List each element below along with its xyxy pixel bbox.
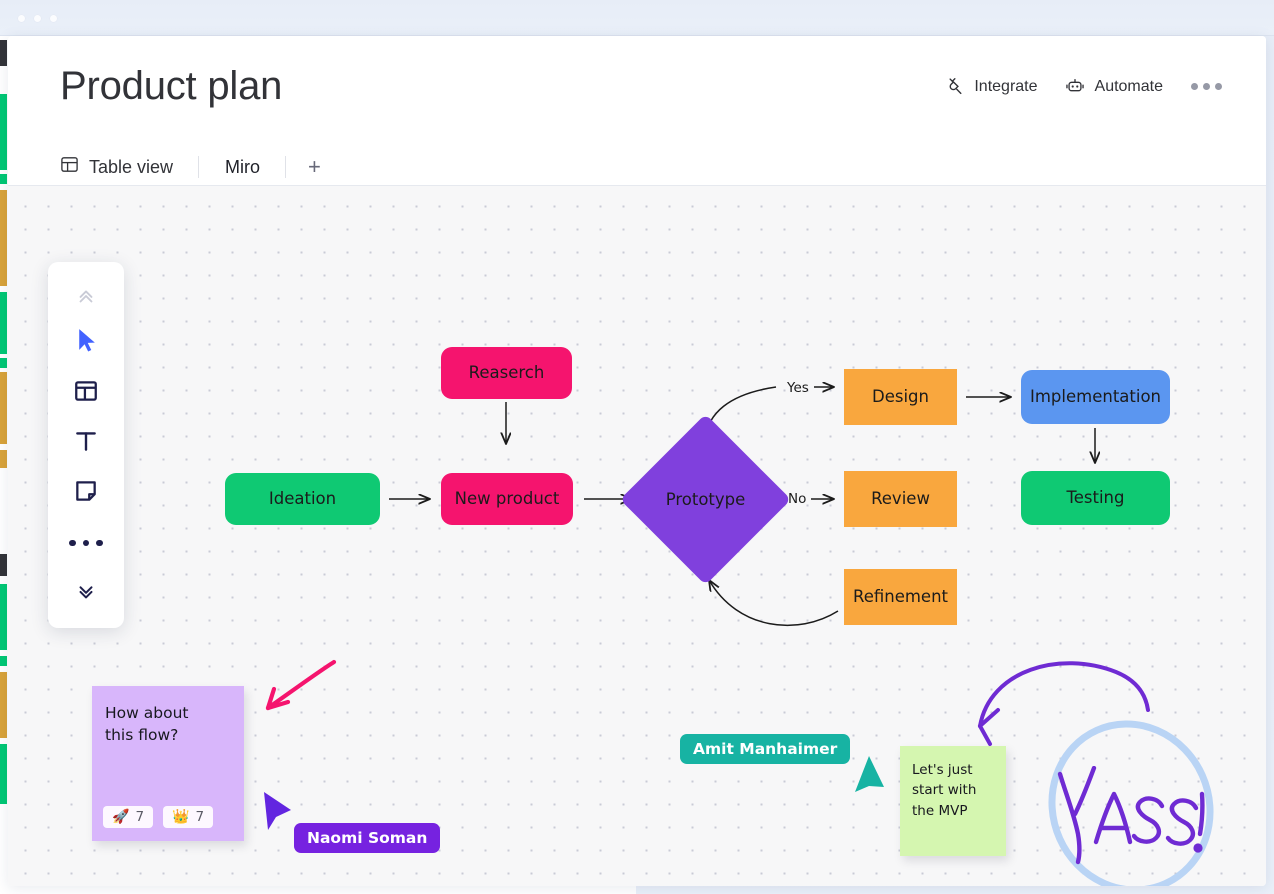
tab-miro-label: Miro [225, 156, 261, 177]
table-icon [60, 155, 79, 179]
text-icon [73, 428, 99, 459]
sticky-reactions: 🚀 7 👑 7 [103, 806, 214, 828]
sticky-note-purple[interactable]: How about this flow? 🚀 7 👑 7 [92, 686, 244, 841]
toolbar-sticky-note-tool[interactable] [62, 468, 110, 518]
robot-icon [1064, 76, 1086, 97]
more-options-button[interactable] [1189, 79, 1224, 94]
sticky-note-text: Let's just start with the MVP [912, 762, 977, 819]
toolbar-collapse-up-button[interactable] [62, 278, 110, 318]
flow-node-implementation[interactable]: Implementation [1021, 370, 1170, 424]
more-horizontal-icon [69, 539, 103, 547]
flow-node-new-product[interactable]: New product [441, 473, 573, 525]
more-horizontal-icon [1191, 83, 1198, 90]
flow-node-design[interactable]: Design [844, 369, 957, 425]
app-window: Product plan Integrate Automate Table vi… [8, 36, 1266, 886]
sticky-note-icon [73, 478, 99, 509]
collaborator-cursor-naomi [264, 792, 291, 830]
edge-label-no: No [788, 491, 807, 507]
flow-node-label: Testing [1066, 487, 1125, 507]
flow-node-research[interactable]: Reaserch [441, 347, 572, 399]
toolbar-templates-tool[interactable] [62, 368, 110, 418]
miro-canvas[interactable]: Reaserch Ideation New product Prototype … [8, 186, 1266, 886]
pink-arrow-annotation [265, 659, 337, 711]
flow-node-testing[interactable]: Testing [1021, 471, 1170, 525]
flow-node-label: Implementation [1029, 386, 1162, 406]
app-root: Product plan Integrate Automate Table vi… [0, 0, 1274, 894]
sticky-note-green[interactable]: Let's just start with the MVP [900, 746, 1006, 856]
maximize-button[interactable] [49, 14, 58, 23]
flow-node-prototype[interactable]: Prototype [619, 413, 792, 586]
flow-node-label: Design [872, 386, 929, 406]
board-toolbar [48, 262, 124, 628]
flow-node-refinement[interactable]: Refinement [844, 569, 957, 625]
view-tabs: Table view Miro + [60, 148, 343, 194]
integrate-label: Integrate [974, 77, 1038, 95]
tab-divider [285, 156, 287, 178]
template-icon [73, 378, 99, 409]
page-header: Product plan Integrate Automate Table vi… [8, 36, 1266, 194]
reaction-count: 7 [195, 809, 205, 825]
toolbar-collapse-down-button[interactable] [62, 568, 110, 618]
tab-miro[interactable]: Miro [199, 148, 287, 194]
automate-button[interactable]: Automate [1064, 76, 1163, 97]
crown-icon: 👑 [172, 809, 190, 825]
rocket-reaction[interactable]: 🚀 7 [103, 806, 154, 828]
header-actions: Integrate Automate [944, 76, 1224, 97]
rocket-icon: 🚀 [112, 809, 130, 825]
window-titlebar [0, 0, 1274, 36]
sticky-note-text: How about this flow? [105, 704, 189, 745]
reaction-count: 7 [135, 809, 145, 825]
page-title: Product plan [60, 64, 283, 108]
chevrons-down-icon [75, 580, 97, 607]
add-tab-button[interactable]: + [286, 148, 343, 186]
cursor-icon [74, 327, 99, 359]
toolbar-select-tool[interactable] [62, 318, 110, 368]
minimize-button[interactable] [33, 14, 42, 23]
yass-ink-annotation [1057, 766, 1205, 865]
collaborator-tag-amit: Amit Manhaimer [680, 734, 851, 764]
collaborator-cursor-amit [855, 756, 884, 792]
flow-node-label: Refinement [852, 586, 949, 606]
purple-curved-arrow-annotation [978, 661, 1150, 746]
collaborator-tag-naomi: Naomi Soman [294, 823, 441, 853]
integrate-button[interactable]: Integrate [944, 76, 1038, 97]
tab-table-view-label: Table view [89, 156, 174, 177]
toolbar-text-tool[interactable] [62, 418, 110, 468]
flow-node-label: Review [871, 488, 930, 508]
flow-node-label: Reaserch [468, 362, 545, 382]
automate-label: Automate [1094, 77, 1163, 95]
toolbar-more-tools-button[interactable] [62, 518, 110, 568]
crown-reaction[interactable]: 👑 7 [163, 806, 214, 828]
flow-node-label: Prototype [665, 490, 746, 509]
tab-table-view[interactable]: Table view [60, 148, 200, 186]
flow-node-label: Ideation [268, 488, 337, 508]
plug-icon [944, 76, 965, 97]
edge-label-yes: Yes [787, 380, 809, 396]
blue-ellipse-annotation [1048, 720, 1214, 886]
chevrons-up-icon [75, 285, 97, 312]
close-button[interactable] [17, 14, 26, 23]
flow-node-label: New product [454, 488, 560, 508]
flow-node-ideation[interactable]: Ideation [225, 473, 380, 525]
flow-node-review[interactable]: Review [844, 471, 957, 527]
traffic-lights[interactable] [17, 14, 58, 23]
